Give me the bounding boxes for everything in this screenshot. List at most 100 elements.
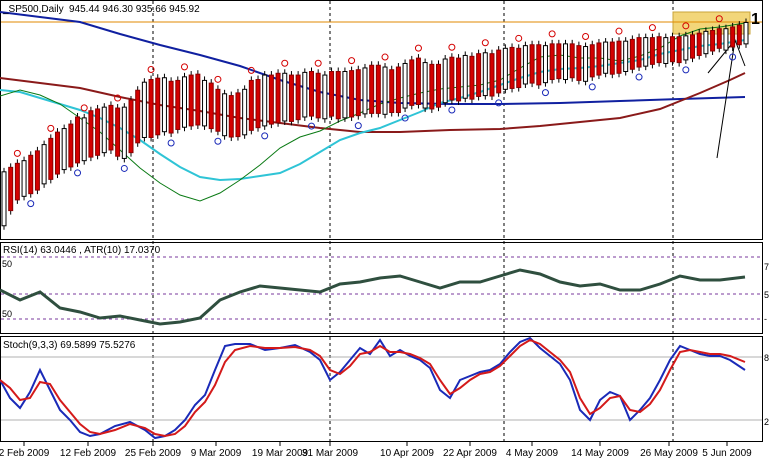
candle-body	[629, 38, 635, 70]
stoch-right-1: 8	[764, 353, 769, 363]
candle-body	[135, 89, 141, 144]
candle-body	[536, 44, 542, 86]
ohlc-readout: 945.44 946.30 935.66 945.92	[69, 4, 200, 15]
candle-body	[242, 88, 248, 136]
candle-body	[255, 79, 261, 129]
candle-body	[161, 77, 167, 133]
candle-body	[88, 110, 94, 158]
candle-body	[596, 42, 602, 76]
candle-body	[1, 171, 7, 227]
candle-body	[48, 137, 54, 180]
x-tick-label: 10 Apr 2009	[380, 448, 434, 459]
candle-body	[676, 36, 682, 64]
candle-body	[375, 64, 381, 114]
candle-body	[54, 131, 60, 175]
candle-body	[389, 69, 395, 114]
candle-body	[302, 71, 308, 118]
candle-body	[268, 74, 274, 125]
candle-body	[743, 21, 749, 45]
candle-body	[315, 72, 321, 119]
candle-body	[496, 49, 502, 94]
candle-body	[14, 162, 20, 201]
right-axis-label: 1	[751, 11, 760, 28]
candle-body	[436, 63, 442, 108]
candle-body	[322, 74, 328, 120]
rsi-right-3: -	[764, 314, 767, 324]
candle-body	[288, 74, 294, 122]
candle-body	[75, 116, 81, 164]
candle-body	[502, 47, 508, 90]
candle-body	[128, 99, 134, 154]
candle-body	[21, 160, 27, 197]
candle-body	[710, 29, 716, 52]
candle-body	[603, 41, 609, 74]
candle-body	[730, 26, 736, 48]
candle-body	[429, 63, 435, 110]
stoch-title: Stoch(9,3,3) 69.5899 75.5276	[3, 340, 136, 351]
x-tick-label: 25 Feb 2009	[125, 448, 182, 459]
x-tick-label: 26 May 2009	[640, 448, 698, 459]
candle-body	[669, 36, 675, 63]
candle-body	[382, 66, 388, 115]
candle-body	[262, 74, 268, 127]
candle-body	[222, 93, 228, 137]
candle-body	[8, 166, 14, 212]
candle-body	[522, 45, 528, 85]
candle-body	[195, 73, 201, 126]
x-tick-label: 31 Mar 2009	[302, 448, 359, 459]
candle-body	[208, 82, 214, 130]
candle-body	[121, 106, 127, 159]
candle-body	[308, 71, 314, 117]
candle-body	[663, 37, 669, 64]
candle-body	[34, 150, 40, 191]
candle-body	[295, 74, 301, 121]
x-axis-ticks: 2 Feb 2009 12 Feb 2009 25 Feb 2009 9 Mar 20…	[0, 442, 752, 459]
candle-body	[469, 55, 475, 100]
candle-body	[369, 64, 375, 114]
x-tick-label: 22 Apr 2009	[443, 448, 497, 459]
candle-body	[583, 46, 589, 82]
candle-body	[41, 144, 47, 185]
candle-body	[516, 47, 522, 89]
candle-body	[115, 107, 121, 157]
candle-body	[456, 57, 462, 102]
candle-body	[696, 32, 702, 56]
candle-body	[643, 37, 649, 67]
candle-body	[529, 44, 535, 84]
candle-body	[509, 46, 515, 89]
main-pane	[0, 0, 763, 240]
candle-body	[155, 77, 161, 136]
candle-body	[95, 108, 101, 156]
candle-body	[589, 44, 595, 78]
candle-body	[462, 54, 468, 99]
candle-body	[690, 34, 696, 59]
candle-body	[329, 71, 335, 117]
candle-body	[108, 104, 114, 151]
candle-body	[362, 67, 368, 115]
candle-body	[563, 43, 569, 81]
candle-body	[542, 45, 548, 84]
candle-body	[476, 53, 482, 97]
chart-canvas: _SP500,Daily 945.44 946.30 935.66 945.92…	[0, 0, 769, 459]
candle-body	[349, 70, 355, 118]
candle-body	[623, 40, 629, 72]
candle-body	[342, 71, 348, 119]
rsi-right-1: 7	[764, 262, 769, 272]
candle-body	[683, 35, 689, 61]
candle-body	[282, 72, 288, 122]
candle-body	[141, 81, 147, 138]
candle-body	[228, 95, 234, 138]
candle-body	[235, 92, 241, 138]
candle-body	[175, 79, 181, 130]
candle-body	[609, 41, 615, 75]
candle-body	[723, 28, 729, 51]
candle-body	[489, 53, 495, 97]
candle-body	[248, 79, 254, 131]
candle-body	[409, 59, 415, 106]
candle-body	[482, 52, 488, 97]
candle-body	[355, 69, 361, 117]
rsi-right-2: 5	[764, 290, 769, 300]
candle-body	[395, 66, 401, 114]
candle-body	[422, 62, 428, 109]
x-tick-label: 19 Mar 2009	[252, 448, 309, 459]
